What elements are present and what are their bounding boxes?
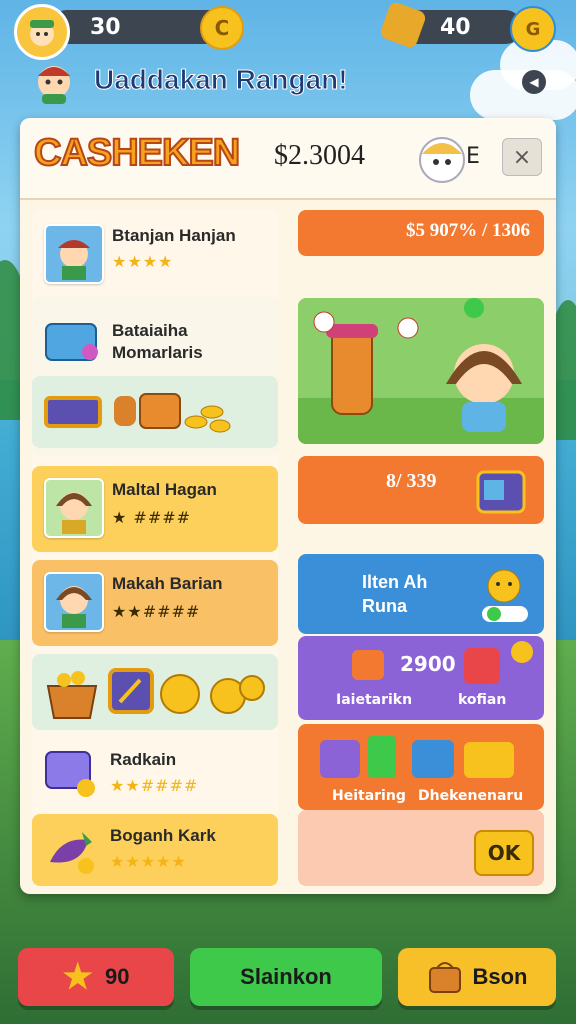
reward-strip — [32, 654, 278, 730]
page-title: Uaddakan Rangan! — [94, 64, 349, 96]
close-icon: × — [512, 144, 532, 170]
bundle-price: 2900 — [400, 652, 456, 676]
items-left-label: Heitaring — [332, 788, 406, 804]
gift-box-icon — [476, 470, 526, 514]
gamepad-icon — [45, 751, 95, 797]
featured-offer-image[interactable] — [298, 298, 544, 444]
smiley-coin-icon — [482, 569, 528, 622]
list-item[interactable]: Boganh Kark ★★★★★ — [32, 814, 278, 886]
shop-brand-title: CASHEKEN — [33, 131, 241, 175]
list-item[interactable]: Makah Barian ★★#### — [32, 560, 278, 646]
close-button[interactable]: × — [502, 138, 542, 176]
info-card[interactable]: Ilten Ah Runa — [298, 554, 544, 634]
ok-label: OK — [487, 841, 521, 865]
gem-badge-label: G — [525, 18, 541, 40]
main-action-label: Slainkon — [240, 964, 332, 989]
items-card[interactable]: Heitaring Dhekenenaru — [298, 724, 544, 810]
girl-icon — [58, 240, 90, 280]
rating-stars: ★ #### — [112, 508, 192, 527]
list-item[interactable]: Maltal Hagan ★ #### — [32, 466, 278, 552]
coin-count: 30 — [90, 14, 121, 40]
bag-label: Bson — [472, 964, 528, 989]
items-right-label: Dhekenenaru — [418, 788, 524, 804]
player-avatar[interactable] — [14, 4, 70, 60]
price-banner[interactable]: $5 907% / 1306 — [298, 210, 544, 256]
item-title: Btanjan Hanjan — [112, 226, 236, 245]
mascot-icon — [419, 137, 465, 183]
barrel-icon — [114, 393, 181, 429]
item-thumbnail — [44, 478, 104, 538]
confirm-area: OK — [298, 810, 544, 886]
bundle-card[interactable]: 2900 Iaietarikn kofian — [298, 636, 544, 720]
ok-button[interactable]: OK — [474, 830, 534, 876]
item-thumbnail — [44, 572, 104, 632]
rating-stars: ★★#### — [110, 776, 199, 795]
balance-amount: $2.3004 — [274, 140, 365, 171]
girl-icon — [56, 586, 92, 628]
stars-count: 90 — [105, 964, 130, 989]
back-arrow-icon[interactable]: ◀ — [522, 70, 546, 94]
rating-stars: ★★#### — [112, 602, 201, 621]
dice-red-icon — [464, 648, 500, 684]
header-extra-label: E — [466, 144, 480, 169]
offer-price: 8/ 339 — [386, 470, 437, 492]
coin-badge-label: C — [214, 16, 230, 40]
scroll-icon — [108, 668, 154, 714]
scroll-orange-icon — [352, 650, 384, 680]
list-item[interactable]: Radkain ★★#### — [32, 738, 278, 810]
title-row: Uaddakan Rangan! — [30, 56, 348, 104]
star-icon: ★ — [62, 958, 93, 996]
basket-icon — [46, 671, 98, 719]
price-banner-text: $5 907% / 1306 — [405, 220, 530, 241]
bag-button[interactable]: Bson — [398, 948, 556, 1006]
item-title: Radkain — [110, 750, 177, 769]
character-icon — [38, 66, 70, 104]
info-title: Ilten Ah Runa — [362, 572, 428, 616]
featured-scene-icon — [298, 298, 544, 444]
gem-icon[interactable]: G — [510, 6, 556, 52]
offers-column: $5 907% / 1306 8/ 339 Ilten Ah Runa 2900… — [298, 210, 544, 886]
gem-count: 40 — [440, 14, 471, 40]
item-title: Bataiaiha Momarlaris — [112, 321, 203, 362]
offer-price-card[interactable]: 8/ 339 — [298, 456, 544, 524]
bag-icon — [428, 962, 461, 993]
list-item[interactable]: Btanjan Hanjan ★★★★ — [32, 210, 278, 290]
girl-icon — [56, 492, 92, 534]
item-title: Boganh Kark — [110, 826, 216, 845]
stars-button[interactable]: ★ 90 — [18, 948, 174, 1006]
star-badge-icon — [511, 641, 533, 663]
items-row-icon — [320, 736, 514, 778]
reward-strip — [32, 376, 278, 448]
eggplant-icon — [50, 832, 94, 874]
panel-header: CASHEKEN $2.3004 E × — [20, 118, 556, 200]
gold-coins-icon — [160, 674, 265, 714]
item-title: Makah Barian — [112, 574, 223, 593]
main-action-button[interactable]: Slainkon — [190, 948, 382, 1006]
rating-stars: ★★★★ — [112, 252, 174, 271]
list-item[interactable]: Bataiaiha Momarlaris — [32, 296, 278, 456]
coins-icon — [184, 405, 231, 433]
shop-panel: CASHEKEN $2.3004 E × Btanjan Hanjan ★★★★… — [20, 118, 556, 894]
bundle-left-label: Iaietarikn — [336, 692, 413, 708]
avatar-face-icon — [30, 20, 54, 46]
item-thumbnail — [44, 224, 104, 284]
item-title: Maltal Hagan — [112, 480, 217, 499]
chest-blue-icon — [45, 323, 98, 361]
book-icon — [44, 396, 102, 428]
rating-stars: ★★★★★ — [110, 852, 187, 871]
coin-icon: C — [200, 6, 244, 50]
bundle-right-label: kofian — [458, 692, 507, 708]
item-list: Btanjan Hanjan ★★★★ Bataiaiha Momarlaris… — [32, 210, 278, 886]
